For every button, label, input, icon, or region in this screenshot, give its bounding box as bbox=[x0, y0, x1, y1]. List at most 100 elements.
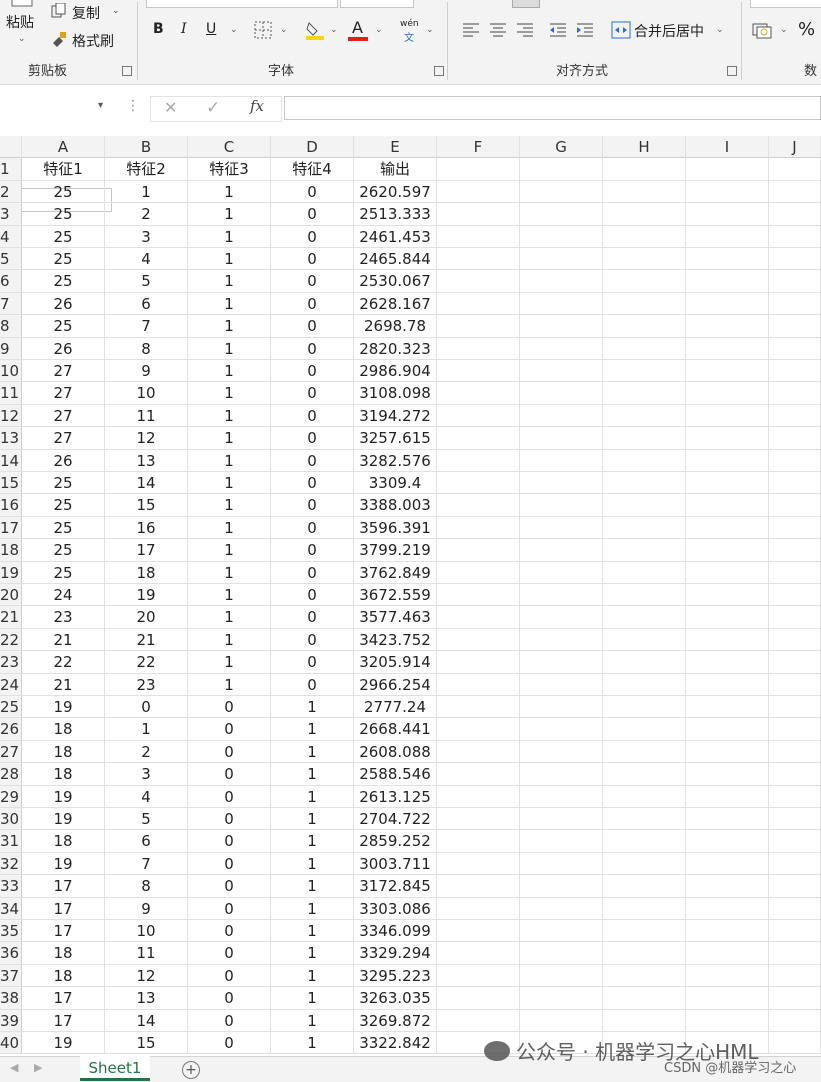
cell-f1[interactable] bbox=[437, 158, 520, 181]
cell-d10[interactable]: 0 bbox=[271, 360, 354, 383]
cell-c21[interactable]: 1 bbox=[188, 606, 271, 629]
cell-j27[interactable] bbox=[769, 740, 821, 764]
cell-h32[interactable] bbox=[603, 852, 686, 876]
cell-d1[interactable]: 特征4 bbox=[271, 158, 354, 181]
cell-e22[interactable]: 3423.752 bbox=[354, 628, 437, 652]
cell-g12[interactable] bbox=[520, 404, 603, 428]
cell-h19[interactable] bbox=[603, 561, 686, 584]
cell-d31[interactable]: 1 bbox=[271, 830, 354, 853]
cell-c18[interactable]: 1 bbox=[188, 539, 271, 562]
cell-b21[interactable]: 20 bbox=[105, 606, 188, 629]
cell-j31[interactable] bbox=[769, 830, 821, 853]
cell-b36[interactable]: 11 bbox=[105, 942, 188, 965]
column-header-j[interactable]: J bbox=[769, 136, 821, 159]
cell-b4[interactable]: 3 bbox=[105, 225, 188, 248]
row-header[interactable]: 22 bbox=[0, 628, 22, 652]
row-header[interactable]: 16 bbox=[0, 494, 22, 517]
cell-j15[interactable] bbox=[769, 472, 821, 495]
cell-h12[interactable] bbox=[603, 404, 686, 428]
cell-c33[interactable]: 0 bbox=[188, 875, 271, 898]
increase-indent-icon[interactable] bbox=[576, 21, 594, 39]
cell-f32[interactable] bbox=[437, 852, 520, 876]
column-header-g[interactable]: G bbox=[520, 136, 603, 159]
cell-c4[interactable]: 1 bbox=[188, 225, 271, 248]
cell-g22[interactable] bbox=[520, 628, 603, 652]
row-header[interactable]: 31 bbox=[0, 830, 22, 853]
underline-button[interactable]: U bbox=[206, 21, 216, 37]
cell-c12[interactable]: 1 bbox=[188, 404, 271, 428]
cell-i32[interactable] bbox=[686, 852, 769, 876]
cell-c30[interactable]: 0 bbox=[188, 808, 271, 831]
row-header[interactable]: 29 bbox=[0, 785, 22, 808]
cell-c8[interactable]: 1 bbox=[188, 315, 271, 338]
cell-b5[interactable]: 4 bbox=[105, 248, 188, 271]
cell-h31[interactable] bbox=[603, 830, 686, 853]
formula-bar-grip[interactable]: ⋮ bbox=[126, 98, 140, 114]
cell-d16[interactable]: 0 bbox=[271, 494, 354, 517]
cell-f2[interactable] bbox=[437, 180, 520, 204]
cell-c29[interactable]: 0 bbox=[188, 785, 271, 808]
phonetic-dropdown-icon[interactable]: ⌄ bbox=[426, 25, 434, 35]
cell-d26[interactable]: 1 bbox=[271, 718, 354, 741]
cell-j12[interactable] bbox=[769, 404, 821, 428]
cell-g29[interactable] bbox=[520, 785, 603, 808]
cell-h15[interactable] bbox=[603, 472, 686, 495]
fill-color-icon[interactable] bbox=[304, 19, 326, 41]
cell-a25[interactable]: 19 bbox=[22, 696, 105, 719]
cell-f18[interactable] bbox=[437, 539, 520, 562]
cell-a2[interactable]: 25 bbox=[22, 180, 105, 204]
cell-h24[interactable] bbox=[603, 673, 686, 696]
cell-i24[interactable] bbox=[686, 673, 769, 696]
cell-b17[interactable]: 16 bbox=[105, 516, 188, 540]
cell-h39[interactable] bbox=[603, 1009, 686, 1032]
cell-h9[interactable] bbox=[603, 337, 686, 360]
cell-f3[interactable] bbox=[437, 203, 520, 226]
cell-c34[interactable]: 0 bbox=[188, 897, 271, 920]
row-header[interactable]: 38 bbox=[0, 987, 22, 1010]
cell-g35[interactable] bbox=[520, 920, 603, 943]
cell-i39[interactable] bbox=[686, 1009, 769, 1032]
cell-c38[interactable]: 0 bbox=[188, 987, 271, 1010]
cell-e21[interactable]: 3577.463 bbox=[354, 606, 437, 629]
cell-b11[interactable]: 10 bbox=[105, 382, 188, 405]
copy-button[interactable]: 复制 bbox=[72, 3, 100, 23]
cell-g19[interactable] bbox=[520, 561, 603, 584]
cell-j8[interactable] bbox=[769, 315, 821, 338]
cell-f9[interactable] bbox=[437, 337, 520, 360]
cell-f15[interactable] bbox=[437, 472, 520, 495]
row-header[interactable]: 8 bbox=[0, 315, 22, 338]
alignment-launcher-icon[interactable] bbox=[727, 66, 737, 76]
cell-h25[interactable] bbox=[603, 696, 686, 719]
row-header[interactable]: 7 bbox=[0, 292, 22, 316]
cell-e29[interactable]: 2613.125 bbox=[354, 785, 437, 808]
row-header[interactable]: 18 bbox=[0, 539, 22, 562]
row-header[interactable]: 9 bbox=[0, 337, 22, 360]
cell-a14[interactable]: 26 bbox=[22, 449, 105, 472]
cell-i35[interactable] bbox=[686, 920, 769, 943]
row-header[interactable]: 17 bbox=[0, 516, 22, 540]
cell-c3[interactable]: 1 bbox=[188, 203, 271, 226]
cell-g1[interactable] bbox=[520, 158, 603, 181]
cell-j9[interactable] bbox=[769, 337, 821, 360]
cell-a13[interactable]: 27 bbox=[22, 427, 105, 450]
cell-h4[interactable] bbox=[603, 225, 686, 248]
cell-a1[interactable]: 特征1 bbox=[22, 158, 105, 181]
cell-c7[interactable]: 1 bbox=[188, 292, 271, 316]
cell-i19[interactable] bbox=[686, 561, 769, 584]
cell-b2[interactable]: 1 bbox=[105, 180, 188, 204]
clipboard-launcher-icon[interactable] bbox=[122, 66, 132, 76]
percent-button[interactable]: % bbox=[798, 19, 815, 40]
cell-f14[interactable] bbox=[437, 449, 520, 472]
cell-i22[interactable] bbox=[686, 628, 769, 652]
cell-g31[interactable] bbox=[520, 830, 603, 853]
cell-d25[interactable]: 1 bbox=[271, 696, 354, 719]
row-header[interactable]: 25 bbox=[0, 696, 22, 719]
cell-g2[interactable] bbox=[520, 180, 603, 204]
cell-a3[interactable]: 25 bbox=[22, 203, 105, 226]
cell-c24[interactable]: 1 bbox=[188, 673, 271, 696]
cell-i38[interactable] bbox=[686, 987, 769, 1010]
row-header[interactable]: 1 bbox=[0, 158, 22, 181]
cell-h36[interactable] bbox=[603, 942, 686, 965]
cell-e18[interactable]: 3799.219 bbox=[354, 539, 437, 562]
font-color-button[interactable]: A bbox=[352, 18, 363, 37]
